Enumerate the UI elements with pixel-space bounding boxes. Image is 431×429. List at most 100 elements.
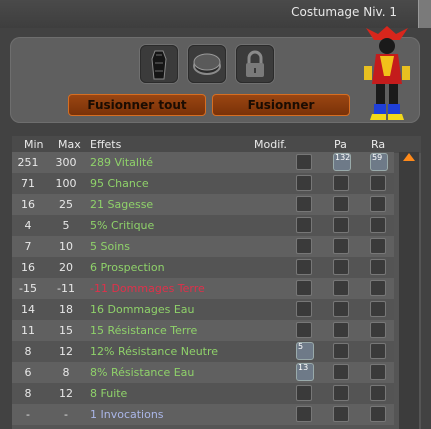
effect-text: 15 Résistance Terre [90, 324, 198, 337]
max-value: 18 [59, 303, 73, 316]
modif-checkbox[interactable] [296, 154, 312, 170]
ra-checkbox[interactable] [370, 406, 386, 422]
max-value: 5 [62, 219, 70, 232]
min-value: 7 [24, 240, 32, 253]
effect-text: 5 Soins [90, 240, 130, 253]
padlock-icon [246, 50, 264, 77]
effect-text: 1 Invocations [90, 408, 164, 421]
modif-checkbox[interactable] [296, 385, 312, 401]
pa-checkbox[interactable] [333, 238, 349, 254]
max-value: 25 [59, 198, 73, 211]
modif-checkbox[interactable] [296, 301, 312, 317]
pa-checkbox[interactable] [333, 343, 349, 359]
window-title: Costumage Niv. 1 [291, 5, 397, 19]
ra-checkbox[interactable] [370, 217, 386, 233]
item-slot-1[interactable] [140, 45, 178, 83]
pa-checkbox[interactable] [333, 196, 349, 212]
modif-checkbox[interactable] [296, 175, 312, 191]
scrollbar[interactable] [399, 152, 419, 429]
pa-checkbox[interactable] [333, 217, 349, 233]
costume-item-icon [151, 50, 167, 80]
effect-text: 12% Résistance Neutre [90, 345, 219, 358]
pa-rune-count: 132 [335, 153, 351, 162]
pa-checkbox[interactable] [333, 259, 349, 275]
effect-text: 95 Chance [90, 177, 149, 190]
locked-slot [236, 45, 274, 83]
merge-all-button[interactable]: Fusionner tout [68, 94, 206, 116]
min-value: 11 [21, 324, 35, 337]
max-value: 8 [62, 366, 70, 379]
pa-checkbox[interactable] [333, 322, 349, 338]
max-value: 12 [59, 387, 73, 400]
table-header: Min Max Effets Modif. Pa Ra [12, 136, 421, 153]
ra-rune-icon[interactable]: 59 [370, 153, 388, 171]
ra-checkbox[interactable] [370, 343, 386, 359]
modif-checkbox[interactable] [296, 406, 312, 422]
merge-button[interactable]: Fusionner [212, 94, 350, 116]
max-value: 15 [59, 324, 73, 337]
effect-text: 289 Vitalité [90, 156, 154, 169]
effect-text: 8% Résistance Eau [90, 366, 195, 379]
col-modif: Modif. [254, 138, 287, 151]
min-value: 16 [21, 198, 35, 211]
ra-checkbox[interactable] [370, 259, 386, 275]
pa-checkbox[interactable] [333, 301, 349, 317]
fusion-panel: Fusionner tout Fusionner [10, 37, 420, 123]
col-effects: Effets [90, 138, 122, 151]
ra-checkbox[interactable] [370, 175, 386, 191]
table-row: 4 5 5% Critique [12, 215, 394, 236]
effect-text: -11 Dommages Terre [90, 282, 205, 295]
table-row: 14 18 16 Dommages Eau [12, 299, 394, 320]
table-row: 6 8 8% Résistance Eau 13 [12, 362, 394, 383]
ra-rune-count: 59 [372, 153, 383, 162]
min-value: 251 [17, 156, 39, 169]
modif-checkbox[interactable] [296, 196, 312, 212]
ra-checkbox[interactable] [370, 280, 386, 296]
title-bar: Costumage Niv. 1 [0, 0, 431, 28]
effect-text: 21 Sagesse [90, 198, 154, 211]
character-avatar [364, 26, 410, 120]
max-value: - [64, 408, 68, 421]
modif-checkbox[interactable] [296, 259, 312, 275]
max-value: 10 [59, 240, 73, 253]
min-value: 4 [24, 219, 32, 232]
min-value: 8 [24, 387, 32, 400]
min-value: - [26, 408, 30, 421]
ra-checkbox[interactable] [370, 196, 386, 212]
ra-checkbox[interactable] [370, 238, 386, 254]
table-row: 7 10 5 Soins [12, 236, 394, 257]
table-row: 8 12 8 Fuite [12, 383, 394, 404]
ra-checkbox[interactable] [370, 301, 386, 317]
window-corner-handle[interactable] [418, 0, 431, 28]
col-ra: Ra [371, 138, 386, 151]
table-row: 251 300 289 Vitalité 132 59 [12, 152, 394, 173]
min-value: 71 [21, 177, 35, 190]
pa-checkbox[interactable] [333, 364, 349, 380]
pa-checkbox[interactable] [333, 385, 349, 401]
pa-rune-icon[interactable]: 132 [333, 153, 351, 171]
max-value: 300 [55, 156, 77, 169]
min-value: 16 [21, 261, 35, 274]
modif-checkbox[interactable] [296, 280, 312, 296]
ra-checkbox[interactable] [370, 364, 386, 380]
scroll-up-arrow-icon[interactable] [403, 153, 415, 161]
ra-checkbox[interactable] [370, 385, 386, 401]
effect-text: 6 Prospection [90, 261, 165, 274]
costumage-window: Costumage Niv. 1 Fusionner tout Fusionne… [0, 0, 431, 429]
modif-checkbox[interactable] [296, 238, 312, 254]
item-slot-2[interactable] [188, 45, 226, 83]
ra-checkbox[interactable] [370, 322, 386, 338]
col-max: Max [58, 138, 81, 151]
modif-rune-icon[interactable]: 13 [296, 363, 314, 381]
effect-text: 16 Dommages Eau [90, 303, 195, 316]
pa-checkbox[interactable] [333, 406, 349, 422]
modif-checkbox[interactable] [296, 322, 312, 338]
modif-rune-count: 5 [298, 342, 304, 351]
modif-rune-icon[interactable]: 5 [296, 342, 314, 360]
pa-checkbox[interactable] [333, 175, 349, 191]
effect-text: 5% Critique [90, 219, 155, 232]
modif-checkbox[interactable] [296, 217, 312, 233]
pa-checkbox[interactable] [333, 280, 349, 296]
min-value: -15 [19, 282, 37, 295]
max-value: 20 [59, 261, 73, 274]
